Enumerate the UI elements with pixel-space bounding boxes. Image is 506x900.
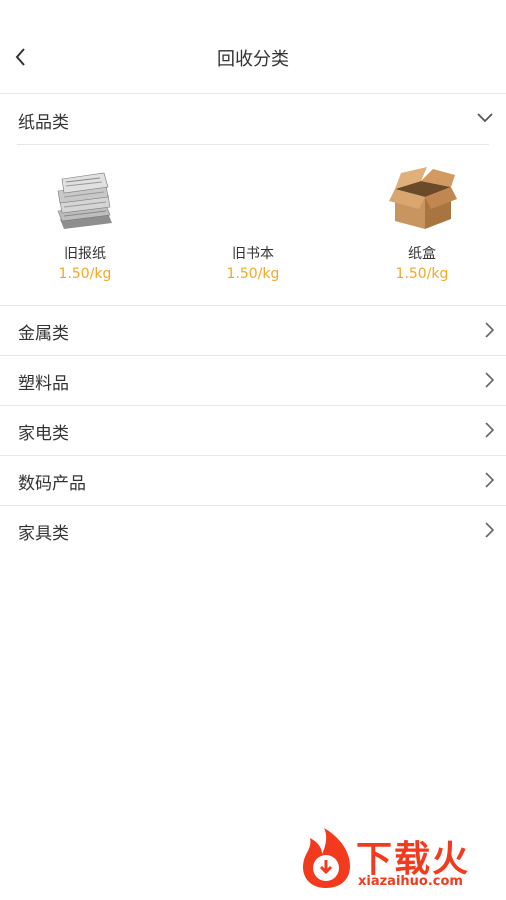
category-row-plastic[interactable]: 塑料品 [0, 355, 506, 405]
item-name: 纸盒 [408, 246, 436, 262]
item-price: 1.50/kg [395, 266, 449, 282]
watermark-domain: xiazaihuo.com [358, 874, 463, 889]
item-old-newspaper[interactable]: 旧报纸 1.50/kg [30, 167, 140, 282]
chevron-right-icon [485, 522, 495, 538]
category-label: 数码产品 [18, 474, 86, 494]
category-label: 家具类 [18, 524, 69, 544]
category-label: 塑料品 [18, 374, 69, 394]
paper-items: 旧报纸 1.50/kg 旧书本 1.50/kg 纸盒 1.50/kg [0, 145, 506, 305]
chevron-right-icon [485, 422, 495, 438]
newspaper-stack-icon [57, 172, 112, 229]
chevron-right-icon [485, 472, 495, 488]
flame-logo-icon [302, 828, 350, 888]
item-old-books[interactable]: 旧书本 1.50/kg [198, 167, 308, 282]
item-price: 1.50/kg [58, 266, 112, 282]
category-list: 金属类 塑料品 家电类 数码产品 家具类 [0, 305, 506, 555]
item-name: 旧书本 [232, 246, 274, 262]
paper-category-section: 纸品类 旧报纸 1.50/kg 旧书本 1.50/kg 纸盒 1.50/kg [0, 94, 506, 305]
category-row-appliances[interactable]: 家电类 [0, 405, 506, 455]
category-row-digital[interactable]: 数码产品 [0, 455, 506, 505]
cardboard-box-icon [389, 167, 457, 229]
paper-category-header[interactable]: 纸品类 [0, 94, 506, 144]
header: 回收分类 [0, 0, 506, 94]
chevron-right-icon [485, 322, 495, 338]
category-row-metal[interactable]: 金属类 [0, 305, 506, 355]
books-image [218, 167, 288, 231]
watermark-logo: 下载火 xiazaihuo.com [298, 828, 498, 890]
page-title: 回收分类 [217, 49, 289, 70]
chevron-right-icon [485, 372, 495, 388]
category-row-furniture[interactable]: 家具类 [0, 505, 506, 555]
item-price: 1.50/kg [226, 266, 280, 282]
category-label: 家电类 [18, 424, 69, 444]
chevron-down-icon [477, 113, 493, 123]
paper-category-label: 纸品类 [18, 113, 69, 133]
item-name: 旧报纸 [64, 246, 106, 262]
item-paper-box[interactable]: 纸盒 1.50/kg [367, 167, 477, 282]
category-label: 金属类 [18, 324, 69, 344]
